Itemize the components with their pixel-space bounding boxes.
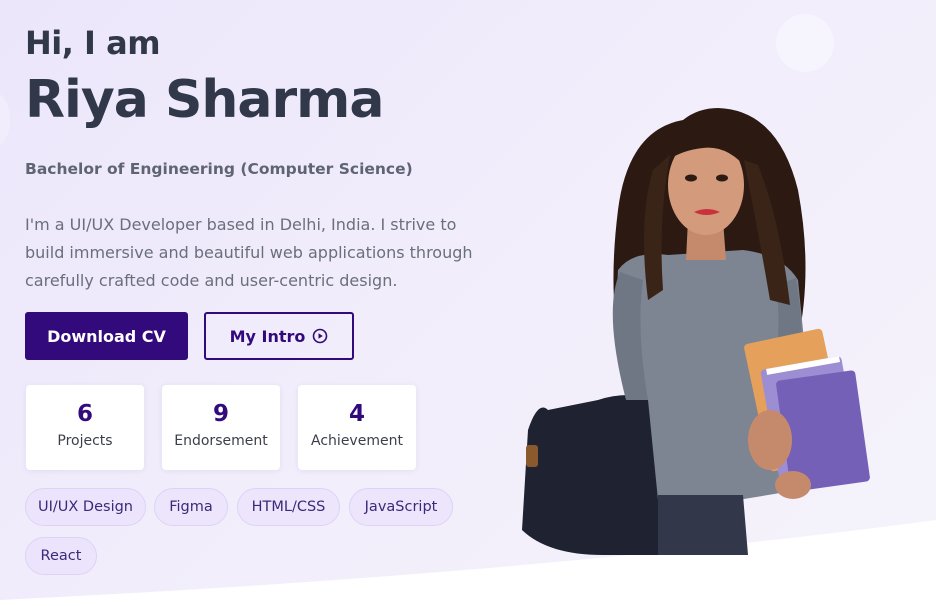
stat-label: Endorsement xyxy=(174,433,268,449)
stat-value: 4 xyxy=(348,401,365,427)
skill-tag-uiux-design[interactable]: UI/UX Design xyxy=(25,488,146,526)
stat-value: 6 xyxy=(76,401,93,427)
skill-tag-react[interactable]: React xyxy=(25,537,97,575)
download-cv-button[interactable]: Download CV xyxy=(25,312,188,360)
download-cv-label: Download CV xyxy=(47,326,166,346)
degree-subtitle: Bachelor of Engineering (Computer Scienc… xyxy=(25,160,413,178)
stat-label: Projects xyxy=(57,433,113,449)
my-intro-button[interactable]: My Intro xyxy=(204,312,354,360)
my-intro-label: My Intro xyxy=(229,326,306,346)
hand-shape xyxy=(748,410,792,470)
stat-card-projects: 6 Projects xyxy=(26,385,144,470)
play-circle-icon xyxy=(312,328,328,344)
backpack-tag xyxy=(526,445,538,467)
jeans-shape xyxy=(658,495,748,555)
stat-label: Achievement xyxy=(311,433,403,449)
bio-text: I'm a UI/UX Developer based in Delhi, In… xyxy=(25,215,473,290)
stat-value: 9 xyxy=(212,401,229,427)
stat-card-endorsement: 9 Endorsement xyxy=(162,385,280,470)
hero-name: Riya Sharma xyxy=(25,70,384,130)
skill-tag-javascript[interactable]: JavaScript xyxy=(349,488,453,526)
skill-tag-figma[interactable]: Figma xyxy=(154,488,228,526)
profile-photo xyxy=(508,100,900,555)
backpack-shape xyxy=(522,395,658,555)
stat-card-achievement: 4 Achievement xyxy=(298,385,416,470)
skill-tag-html-css[interactable]: HTML/CSS xyxy=(237,488,340,526)
greeting: Hi, I am xyxy=(25,24,161,62)
